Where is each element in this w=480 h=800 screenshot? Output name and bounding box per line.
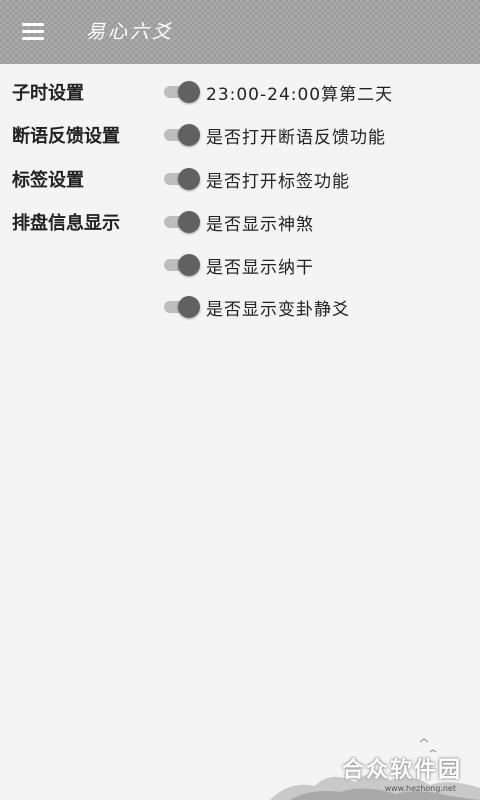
option-text-shensha: 是否显示神煞	[206, 214, 314, 235]
option-text-nagan: 是否显示纳干	[206, 257, 314, 278]
watermark-url: www.hezhong.net	[384, 784, 456, 793]
setting-label-feedback: 断语反馈设置	[12, 126, 120, 147]
app-bar: 易心六爻	[0, 0, 480, 64]
setting-option-biangua[interactable]: 是否显示变卦静爻	[164, 292, 350, 322]
toggle-switch-feedback[interactable]	[164, 123, 204, 147]
toggle-switch-tags[interactable]	[164, 167, 204, 191]
setting-label-tags: 标签设置	[12, 170, 84, 191]
setting-option-tags[interactable]: 是否打开标签功能	[164, 164, 350, 194]
option-text-biangua: 是否显示变卦静爻	[206, 299, 350, 320]
app-title: 易心六爻	[86, 21, 175, 43]
setting-label-zishi: 子时设置	[12, 83, 84, 104]
setting-label-display: 排盘信息显示	[12, 213, 120, 234]
setting-option-zishi[interactable]: 23:00-24:00算第二天	[164, 77, 393, 107]
option-text-zishi: 23:00-24:00算第二天	[206, 84, 394, 105]
watermark-brand: 合众软件园	[341, 758, 462, 783]
option-text-tags: 是否打开标签功能	[206, 171, 350, 192]
toggle-switch-biangua[interactable]	[164, 295, 204, 319]
setting-option-nagan[interactable]: 是否显示纳干	[164, 250, 314, 280]
toggle-switch-zishi[interactable]	[164, 80, 204, 104]
option-text-feedback: 是否打开断语反馈功能	[206, 127, 386, 148]
toggle-switch-shensha[interactable]	[164, 210, 204, 234]
setting-option-shensha[interactable]: 是否显示神煞	[164, 207, 314, 237]
toggle-switch-nagan[interactable]	[164, 253, 204, 277]
hamburger-menu-icon[interactable]	[14, 14, 50, 50]
setting-option-feedback[interactable]: 是否打开断语反馈功能	[164, 120, 386, 150]
